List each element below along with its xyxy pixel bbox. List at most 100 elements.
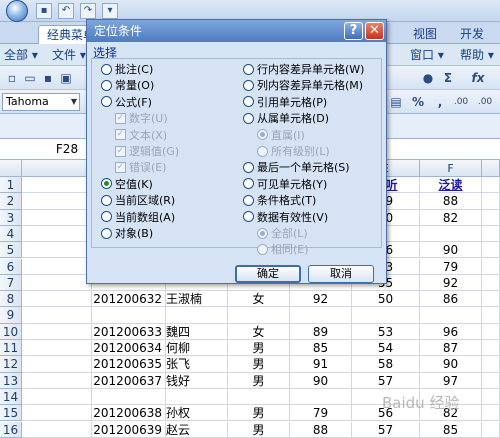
print-icon[interactable]: ▣ [58, 70, 74, 86]
option-left-9[interactable]: 当前数组(A) [101, 210, 175, 226]
table-cell[interactable]: 孙权 [166, 405, 228, 422]
option-right-2[interactable]: 引用单元格(P) [243, 95, 327, 111]
table-cell[interactable] [482, 323, 500, 340]
web-icon[interactable]: ● [420, 70, 436, 86]
font-name-select[interactable]: Tahoma ▼ [2, 93, 80, 111]
table-cell[interactable]: 88 [290, 421, 352, 438]
option-left-1[interactable]: 常量(O) [101, 78, 154, 94]
table-cell[interactable]: 96 [420, 323, 482, 340]
row-header[interactable]: 1 [0, 177, 22, 194]
undo-icon[interactable]: ↶ [58, 3, 74, 19]
table-cell[interactable]: 男 [228, 356, 290, 373]
increase-decimal-button[interactable]: .00 [450, 94, 472, 110]
table-cell[interactable]: 201200639 [92, 421, 166, 438]
table-cell[interactable]: 88 [420, 193, 482, 210]
row-header[interactable]: 16 [0, 421, 22, 438]
table-cell[interactable] [22, 209, 92, 226]
table-cell[interactable]: 91 [290, 356, 352, 373]
help-icon[interactable]: ? [344, 22, 363, 40]
option-right-6[interactable]: 最后一个单元格(S) [243, 160, 350, 176]
table-cell[interactable] [22, 405, 92, 422]
table-cell[interactable] [22, 242, 92, 259]
table-cell[interactable]: 79 [420, 258, 482, 275]
table-cell[interactable] [420, 307, 482, 324]
table-cell[interactable] [482, 421, 500, 438]
table-cell[interactable]: 89 [290, 323, 352, 340]
function-icon[interactable]: fx [470, 70, 486, 86]
table-cell[interactable]: 201200633 [92, 323, 166, 340]
table-cell[interactable] [22, 274, 92, 292]
table-cell[interactable]: 50 [352, 291, 420, 308]
table-cell[interactable]: 92 [420, 274, 482, 292]
row-header[interactable]: 5 [0, 242, 22, 259]
table-cell[interactable] [22, 225, 92, 243]
table-cell[interactable] [482, 405, 500, 422]
table-cell[interactable]: 201200638 [92, 405, 166, 422]
table-cell[interactable] [482, 209, 500, 226]
table-cell[interactable]: 57 [352, 421, 420, 438]
row-header[interactable]: 14 [0, 388, 22, 406]
table-cell[interactable]: 男 [228, 405, 290, 422]
row-header[interactable]: 15 [0, 405, 22, 422]
table-cell[interactable] [290, 307, 352, 324]
table-cell[interactable]: 魏四 [166, 323, 228, 340]
table-cell[interactable] [482, 193, 500, 210]
table-cell[interactable]: 王淑楠 [166, 291, 228, 308]
new-document-icon[interactable]: ▫ [4, 70, 20, 86]
table-cell[interactable]: 79 [290, 405, 352, 422]
office-button[interactable] [6, 0, 28, 22]
table-cell[interactable]: 201200632 [92, 291, 166, 308]
table-cell[interactable] [22, 258, 92, 275]
table-cell[interactable] [92, 388, 166, 406]
table-cell[interactable]: 97 [420, 372, 482, 389]
table-cell[interactable]: 90 [290, 372, 352, 389]
column-header-f[interactable]: F [420, 160, 482, 177]
customize-qat-icon[interactable]: ▾ [102, 3, 118, 19]
table-cell[interactable]: 钱好 [166, 372, 228, 389]
table-cell[interactable]: 58 [352, 356, 420, 373]
table-cell[interactable]: 87 [420, 340, 482, 357]
save-icon[interactable]: ▪ [40, 70, 56, 86]
row-header[interactable]: 2 [0, 193, 22, 210]
row-header[interactable]: 11 [0, 340, 22, 357]
comma-style-button[interactable]: , [432, 94, 448, 110]
option-left-0[interactable]: 批注(C) [101, 62, 153, 78]
table-cell[interactable]: 92 [290, 291, 352, 308]
table-cell[interactable]: 85 [290, 340, 352, 357]
table-cell[interactable] [22, 340, 92, 357]
table-cell[interactable] [482, 274, 500, 292]
table-cell[interactable] [22, 372, 92, 389]
table-cell[interactable]: 女 [228, 291, 290, 308]
menu-help[interactable]: 帮助 ▾ [460, 47, 494, 63]
table-cell[interactable] [482, 388, 500, 406]
column-header[interactable] [22, 160, 92, 177]
option-right-8[interactable]: 条件格式(T) [243, 193, 316, 209]
option-left-7[interactable]: 空值(K) [101, 177, 153, 193]
row-header[interactable]: 13 [0, 372, 22, 389]
table-cell[interactable] [228, 307, 290, 324]
tab-view[interactable]: 视图 [405, 25, 445, 44]
option-right-0[interactable]: 行内容差异单元格(W) [243, 62, 364, 78]
option-right-9[interactable]: 数据有效性(V) [243, 210, 328, 226]
row-header[interactable]: 7 [0, 274, 22, 292]
table-cell[interactable]: 57 [352, 372, 420, 389]
table-cell[interactable]: 何柳 [166, 340, 228, 357]
row-header[interactable]: 8 [0, 291, 22, 308]
table-cell[interactable] [92, 307, 166, 324]
table-cell[interactable] [22, 421, 92, 438]
table-cell[interactable]: 90 [420, 356, 482, 373]
option-right-1[interactable]: 列内容差异单元格(M) [243, 78, 363, 94]
select-all-corner[interactable] [0, 160, 22, 177]
ok-button[interactable]: 确定 [235, 265, 301, 283]
menu-all[interactable]: 全部 ▾ [4, 47, 38, 63]
menu-file[interactable]: 文件 ▾ [52, 47, 86, 63]
open-folder-icon[interactable]: ▭ [22, 70, 38, 86]
row-header[interactable]: 9 [0, 307, 22, 324]
row-header[interactable]: 3 [0, 209, 22, 226]
redo-icon[interactable]: ↷ [80, 3, 96, 19]
option-left-2[interactable]: 公式(F) [101, 95, 152, 111]
fill-color-icon[interactable]: ▤ [388, 94, 404, 110]
table-cell[interactable]: 张飞 [166, 356, 228, 373]
column-title-f[interactable]: 泛读 [420, 177, 482, 194]
autosum-icon[interactable]: Σ [440, 70, 456, 86]
